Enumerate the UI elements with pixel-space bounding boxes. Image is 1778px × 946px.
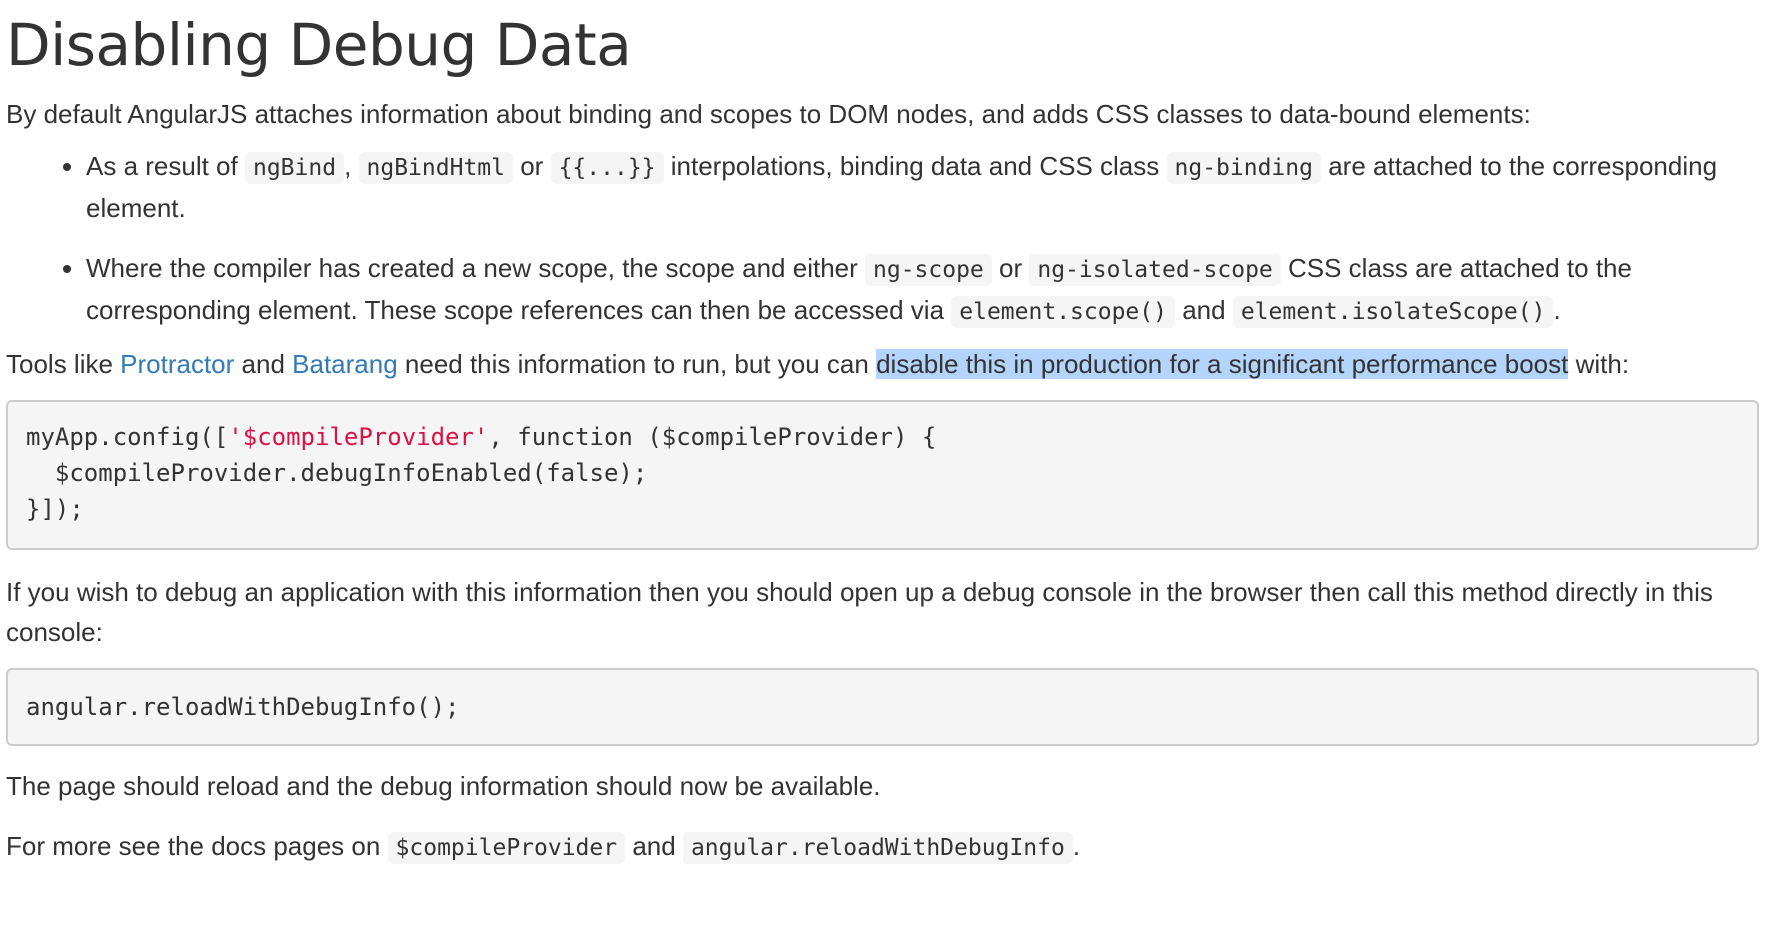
code-line: }]); bbox=[26, 495, 84, 523]
text-span: . bbox=[1553, 295, 1561, 325]
text-span: For more see the docs pages on bbox=[6, 831, 388, 861]
page-title: Disabling Debug Data bbox=[6, 11, 632, 79]
text-span: with: bbox=[1568, 349, 1630, 379]
intro-paragraph: By default AngularJS attaches informatio… bbox=[6, 99, 1531, 129]
code-line: angular.reloadWithDebugInfo(); bbox=[26, 693, 460, 721]
inline-code: $compileProvider bbox=[387, 832, 626, 864]
protractor-link[interactable]: Protractor bbox=[120, 349, 234, 379]
text-span: or bbox=[513, 151, 551, 181]
text-span: need this information to run, but you ca… bbox=[397, 349, 877, 379]
bullet-item-binding: As a result of ngBind, ngBindHtml or {{.… bbox=[86, 146, 1766, 228]
inline-code: element.scope() bbox=[951, 296, 1175, 328]
inline-code: {{...}} bbox=[550, 152, 664, 184]
code-token: , function ($compileProvider) { bbox=[488, 423, 937, 451]
reload-paragraph: The page should reload and the debug inf… bbox=[6, 771, 881, 801]
text-span: As a result of bbox=[86, 151, 245, 181]
inline-code: ng-isolated-scope bbox=[1029, 254, 1281, 286]
code-token: myApp.config([ bbox=[26, 423, 229, 451]
debug-paragraph: If you wish to debug an application with… bbox=[6, 577, 1713, 647]
bullet-item-scope: Where the compiler has created a new sco… bbox=[86, 248, 1766, 332]
inline-code: ngBindHtml bbox=[358, 152, 513, 184]
code-line: $compileProvider.debugInfoEnabled(false)… bbox=[26, 459, 648, 487]
selected-text-highlight[interactable]: disable this in production for a signifi… bbox=[876, 349, 1569, 379]
batarang-link[interactable]: Batarang bbox=[292, 349, 398, 379]
inline-code: ngBind bbox=[244, 152, 345, 184]
text-span: interpolations, binding data and CSS cla… bbox=[663, 151, 1167, 181]
bullet-list: As a result of ngBind, ngBindHtml or {{.… bbox=[6, 146, 1766, 332]
text-span: and bbox=[234, 349, 293, 379]
code-string-token: '$compileProvider' bbox=[228, 423, 489, 451]
text-span: or bbox=[991, 253, 1030, 283]
text-span: Tools like bbox=[6, 349, 121, 379]
inline-code: angular.reloadWithDebugInfo bbox=[682, 832, 1073, 864]
code-block-reload[interactable]: angular.reloadWithDebugInfo(); bbox=[6, 668, 1759, 746]
inline-code: element.isolateScope() bbox=[1232, 296, 1554, 328]
text-span: Where the compiler has created a new sco… bbox=[86, 253, 865, 283]
inline-code: ng-binding bbox=[1166, 152, 1321, 184]
text-span: , bbox=[344, 151, 359, 181]
inline-code: ng-scope bbox=[865, 254, 992, 286]
code-block-config[interactable]: myApp.config(['$compileProvider', functi… bbox=[6, 400, 1759, 550]
text-span: and bbox=[1174, 295, 1233, 325]
text-span: . bbox=[1072, 831, 1081, 861]
doc-page: Disabling Debug Data By default AngularJ… bbox=[6, 0, 1766, 868]
more-paragraph: For more see the docs pages on $compileP… bbox=[6, 826, 1766, 868]
tools-paragraph: Tools like Protractor and Batarang need … bbox=[6, 344, 1766, 384]
text-span: and bbox=[625, 831, 683, 861]
